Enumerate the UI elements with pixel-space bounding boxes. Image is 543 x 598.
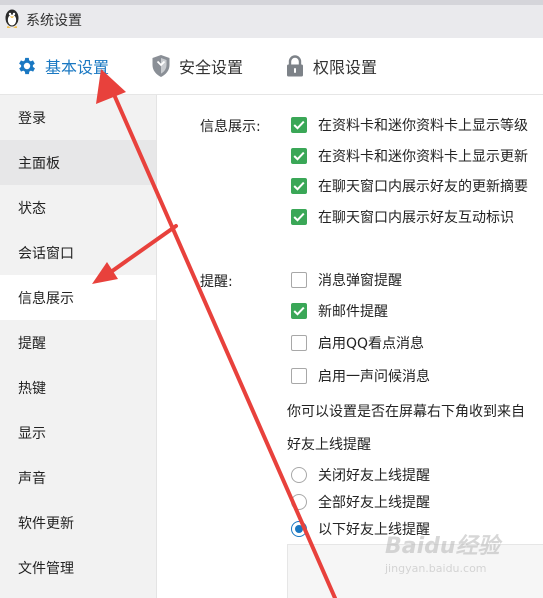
shield-icon <box>150 54 172 78</box>
checkbox-unchecked-icon <box>291 368 307 384</box>
checkbox-greeting-message[interactable]: 启用一声问候消息 <box>291 366 430 386</box>
option-label: 全部好友上线提醒 <box>318 495 430 511</box>
friend-online-title: 好友上线提醒 <box>287 437 371 453</box>
checkbox-show-level[interactable]: 在资料卡和迷你资料卡上显示等级 <box>291 115 528 135</box>
sidebar-item-file-management[interactable]: 文件管理 <box>0 545 156 590</box>
qq-penguin-icon <box>2 7 22 29</box>
option-label: 消息弹窗提醒 <box>318 273 402 289</box>
option-label: 启用一声问候消息 <box>318 369 430 385</box>
checkbox-new-mail[interactable]: 新邮件提醒 <box>291 301 388 321</box>
tab-permission-settings-label: 权限设置 <box>313 58 378 77</box>
checkbox-show-interaction-badge[interactable]: 在聊天窗口内展示好友互动标识 <box>291 207 514 227</box>
tab-basic-settings-label: 基本设置 <box>45 58 110 77</box>
checkbox-checked-icon <box>291 209 307 225</box>
settings-tab-bar: 基本设置 安全设置 权限设置 <box>0 38 543 95</box>
tab-security-settings-label: 安全设置 <box>179 58 244 77</box>
checkbox-message-popup[interactable]: 消息弹窗提醒 <box>291 270 402 290</box>
title-bar-strip <box>0 0 543 5</box>
checkbox-checked-icon <box>291 117 307 133</box>
baidu-jingyan-watermark: Baidu经验 jingyan.baidu.com <box>385 528 535 588</box>
radio-selected-icon <box>291 521 307 537</box>
checkbox-show-updates[interactable]: 在资料卡和迷你资料卡上显示更新 <box>291 146 528 166</box>
sidebar-item-reminder[interactable]: 提醒 <box>0 320 156 365</box>
radio-unselected-icon <box>291 494 307 510</box>
sidebar-item-login[interactable]: 登录 <box>0 95 156 140</box>
option-label: 关闭好友上线提醒 <box>318 468 430 484</box>
info-display-section-label: 信息展示: <box>200 119 261 135</box>
checkbox-unchecked-icon <box>291 272 307 288</box>
checkbox-checked-icon <box>291 178 307 194</box>
tab-permission-settings[interactable]: 权限设置 <box>284 38 377 94</box>
tab-basic-settings[interactable]: 基本设置 <box>16 38 109 94</box>
sidebar-item-status[interactable]: 状态 <box>0 185 156 230</box>
window-title: 系统设置 <box>26 13 82 29</box>
sidebar-item-info-display[interactable]: 信息展示 <box>0 275 156 320</box>
gear-icon <box>16 54 38 78</box>
settings-sidebar: 登录 主面板 状态 会话窗口 信息展示 提醒 热键 显示 声音 软件更新 文件管… <box>0 95 157 598</box>
radio-unselected-icon <box>291 467 307 483</box>
tab-security-settings[interactable]: 安全设置 <box>150 38 243 94</box>
checkbox-unchecked-icon <box>291 335 307 351</box>
reminder-section-label: 提醒: <box>200 274 233 290</box>
sidebar-item-display[interactable]: 显示 <box>0 410 156 455</box>
settings-content: 信息展示: 在资料卡和迷你资料卡上显示等级 在资料卡和迷你资料卡上显示更新 在聊… <box>157 95 543 598</box>
checkbox-qq-kandian[interactable]: 启用QQ看点消息 <box>291 333 424 353</box>
title-bar: 系统设置 <box>0 0 543 39</box>
sidebar-item-main-panel[interactable]: 主面板 <box>0 140 156 185</box>
option-label: 新邮件提醒 <box>318 304 388 320</box>
sidebar-item-hotkeys[interactable]: 热键 <box>0 365 156 410</box>
option-label: 启用QQ看点消息 <box>318 336 425 352</box>
radio-disable-friend-online[interactable]: 关闭好友上线提醒 <box>291 465 430 485</box>
checkbox-checked-icon <box>291 148 307 164</box>
option-label: 在聊天窗口内展示好友的更新摘要 <box>318 179 528 195</box>
checkbox-show-friend-update-summary[interactable]: 在聊天窗口内展示好友的更新摘要 <box>291 176 528 196</box>
reminder-description: 你可以设置是否在屏幕右下角收到来自 <box>287 404 525 420</box>
sidebar-item-sound[interactable]: 声音 <box>0 455 156 500</box>
lock-icon <box>284 54 306 78</box>
watermark-url: jingyan.baidu.com <box>385 562 487 575</box>
sidebar-item-software-update[interactable]: 软件更新 <box>0 500 156 545</box>
watermark-brand: Baidu经验 <box>385 534 500 559</box>
checkbox-checked-icon <box>291 303 307 319</box>
option-label: 在资料卡和迷你资料卡上显示更新 <box>318 149 528 165</box>
radio-all-friends-online[interactable]: 全部好友上线提醒 <box>291 492 430 512</box>
sidebar-item-chat-window[interactable]: 会话窗口 <box>0 230 156 275</box>
option-label: 在聊天窗口内展示好友互动标识 <box>318 210 514 226</box>
option-label: 在资料卡和迷你资料卡上显示等级 <box>318 118 528 134</box>
